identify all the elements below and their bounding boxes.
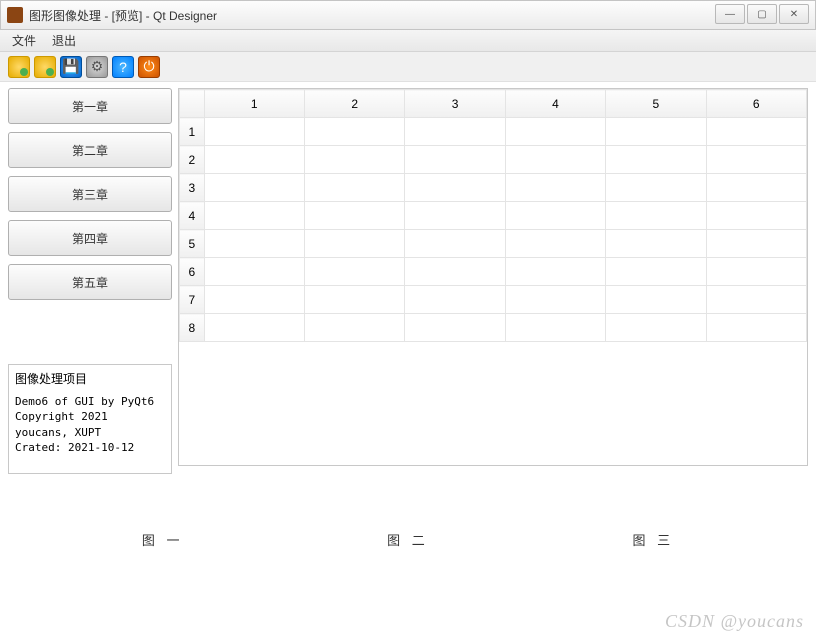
- table-cell[interactable]: [405, 146, 505, 174]
- table-cell[interactable]: [405, 202, 505, 230]
- table-cell[interactable]: [606, 230, 706, 258]
- table-cell[interactable]: [304, 314, 404, 342]
- table-corner: [180, 90, 205, 118]
- table-cell[interactable]: [204, 286, 304, 314]
- table-cell[interactable]: [505, 286, 605, 314]
- table-cell[interactable]: [606, 286, 706, 314]
- row-header[interactable]: 8: [180, 314, 205, 342]
- table-cell[interactable]: [505, 258, 605, 286]
- table-cell[interactable]: [505, 174, 605, 202]
- power-icon[interactable]: ⏻: [138, 56, 160, 78]
- info-line-3: Crated: 2021-10-12: [15, 440, 165, 455]
- row-header[interactable]: 1: [180, 118, 205, 146]
- minimize-button[interactable]: —: [715, 4, 745, 24]
- col-header[interactable]: 3: [405, 90, 505, 118]
- app-icon: [7, 7, 23, 23]
- settings-icon[interactable]: ⚙: [86, 56, 108, 78]
- sidebar: 第一章 第二章 第三章 第四章 第五章 图像处理项目 Demo6 of GUI …: [8, 88, 172, 474]
- table-cell[interactable]: [706, 286, 806, 314]
- bottom-labels: 图 一 图 二 图 三: [0, 474, 816, 604]
- table-cell[interactable]: [405, 286, 505, 314]
- save-icon[interactable]: 💾: [60, 56, 82, 78]
- menu-file[interactable]: 文件: [4, 30, 44, 51]
- open-folder-icon[interactable]: [8, 56, 30, 78]
- col-header[interactable]: 5: [606, 90, 706, 118]
- help-icon[interactable]: ?: [112, 56, 134, 78]
- table-cell[interactable]: [204, 146, 304, 174]
- table-cell[interactable]: [204, 230, 304, 258]
- table-cell[interactable]: [606, 258, 706, 286]
- table-cell[interactable]: [706, 202, 806, 230]
- table-cell[interactable]: [204, 314, 304, 342]
- maximize-button[interactable]: ▢: [747, 4, 777, 24]
- info-line-2: Copyright 2021 youcans, XUPT: [15, 409, 165, 440]
- table-cell[interactable]: [204, 174, 304, 202]
- close-button[interactable]: ✕: [779, 4, 809, 24]
- menu-exit[interactable]: 退出: [44, 30, 84, 51]
- table-cell[interactable]: [304, 230, 404, 258]
- col-header[interactable]: 4: [505, 90, 605, 118]
- table-cell[interactable]: [706, 314, 806, 342]
- figure-label-3: 图 三: [633, 530, 675, 549]
- table-cell[interactable]: [505, 314, 605, 342]
- table-cell[interactable]: [304, 202, 404, 230]
- table-cell[interactable]: [606, 118, 706, 146]
- table-cell[interactable]: [304, 174, 404, 202]
- info-line-1: Demo6 of GUI by PyQt6: [15, 394, 165, 409]
- table-cell[interactable]: [405, 314, 505, 342]
- figure-label-2: 图 二: [387, 530, 429, 549]
- table-cell[interactable]: [304, 286, 404, 314]
- table-cell[interactable]: [405, 174, 505, 202]
- col-header[interactable]: 6: [706, 90, 806, 118]
- window-controls: — ▢ ✕: [715, 4, 809, 24]
- table-cell[interactable]: [405, 118, 505, 146]
- row-header[interactable]: 5: [180, 230, 205, 258]
- row-header[interactable]: 6: [180, 258, 205, 286]
- titlebar: 图形图像处理 - [预览] - Qt Designer — ▢ ✕: [0, 0, 816, 30]
- menubar: 文件 退出: [0, 30, 816, 52]
- row-header[interactable]: 7: [180, 286, 205, 314]
- table-cell[interactable]: [706, 146, 806, 174]
- table-cell[interactable]: [505, 146, 605, 174]
- col-header[interactable]: 2: [304, 90, 404, 118]
- table-cell[interactable]: [606, 314, 706, 342]
- table-cell[interactable]: [706, 174, 806, 202]
- table-cell[interactable]: [606, 146, 706, 174]
- add-folder-icon[interactable]: [34, 56, 56, 78]
- table-cell[interactable]: [706, 230, 806, 258]
- table-cell[interactable]: [204, 258, 304, 286]
- table-cell[interactable]: [304, 118, 404, 146]
- table-cell[interactable]: [204, 202, 304, 230]
- figure-label-1: 图 一: [142, 530, 184, 549]
- table-cell[interactable]: [505, 118, 605, 146]
- info-panel: 图像处理项目 Demo6 of GUI by PyQt6 Copyright 2…: [8, 364, 172, 474]
- chapter-4-button[interactable]: 第四章: [8, 220, 172, 256]
- row-header[interactable]: 2: [180, 146, 205, 174]
- chapter-5-button[interactable]: 第五章: [8, 264, 172, 300]
- table-cell[interactable]: [405, 258, 505, 286]
- table-cell[interactable]: [606, 174, 706, 202]
- table-cell[interactable]: [405, 230, 505, 258]
- col-header[interactable]: 1: [204, 90, 304, 118]
- table-cell[interactable]: [606, 202, 706, 230]
- main-content: 第一章 第二章 第三章 第四章 第五章 图像处理项目 Demo6 of GUI …: [0, 82, 816, 474]
- chapter-1-button[interactable]: 第一章: [8, 88, 172, 124]
- table-cell[interactable]: [304, 146, 404, 174]
- watermark: CSDN @youcans: [665, 611, 804, 632]
- toolbar: 💾 ⚙ ? ⏻: [0, 52, 816, 82]
- window-title: 图形图像处理 - [预览] - Qt Designer: [29, 7, 217, 24]
- info-title: 图像处理项目: [15, 371, 165, 388]
- table-widget[interactable]: 1 2 3 4 5 6 12345678: [178, 88, 808, 466]
- table-cell[interactable]: [505, 230, 605, 258]
- row-header[interactable]: 3: [180, 174, 205, 202]
- chapter-2-button[interactable]: 第二章: [8, 132, 172, 168]
- row-header[interactable]: 4: [180, 202, 205, 230]
- chapter-3-button[interactable]: 第三章: [8, 176, 172, 212]
- table-cell[interactable]: [706, 118, 806, 146]
- data-table[interactable]: 1 2 3 4 5 6 12345678: [179, 89, 807, 342]
- table-cell[interactable]: [706, 258, 806, 286]
- table-cell[interactable]: [505, 202, 605, 230]
- table-cell[interactable]: [204, 118, 304, 146]
- table-cell[interactable]: [304, 258, 404, 286]
